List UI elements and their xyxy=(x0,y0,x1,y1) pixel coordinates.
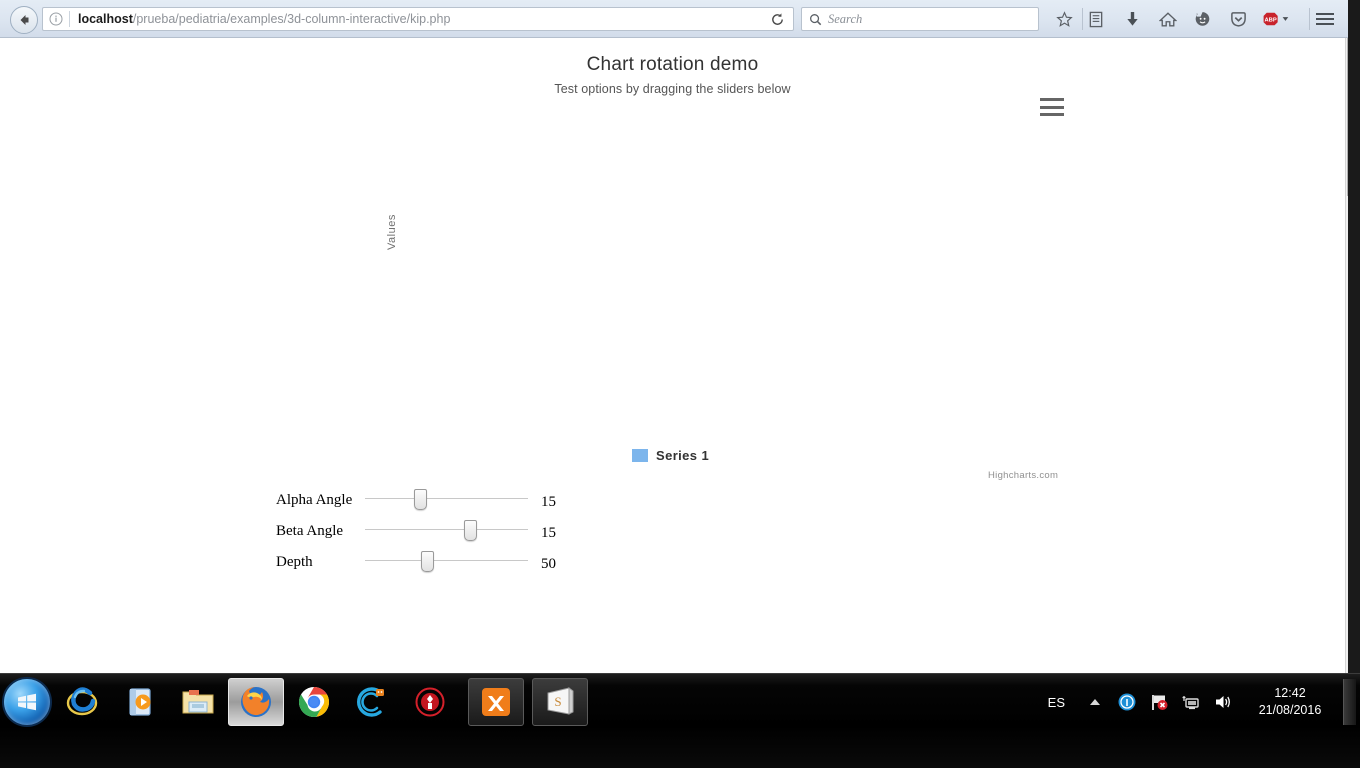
taskbar-item-internet-explorer[interactable] xyxy=(54,678,110,726)
file-explorer-icon xyxy=(182,690,214,714)
windows-logo-icon xyxy=(18,693,36,711)
slider-label-depth: Depth xyxy=(276,554,313,570)
taskbar-item-ccleaner[interactable] xyxy=(344,678,400,726)
hamburger-menu-icon[interactable] xyxy=(1313,7,1337,31)
tray-language-indicator[interactable]: ES xyxy=(1048,695,1065,710)
browser-toolbar: localhost/prueba/pediatria/examples/3d-c… xyxy=(0,0,1360,38)
taskbar-item-media-player[interactable] xyxy=(112,678,168,726)
chart-credits[interactable]: Highcharts.com xyxy=(988,470,1058,481)
search-icon xyxy=(802,13,828,26)
bookmark-star-icon[interactable] xyxy=(1052,7,1076,31)
reload-button[interactable] xyxy=(765,8,789,30)
security-shield-icon[interactable] xyxy=(1115,690,1139,714)
url-path: /prueba/pediatria/examples/3d-column-int… xyxy=(132,12,451,26)
firefox-icon xyxy=(241,687,271,717)
search-input[interactable]: Search xyxy=(828,12,862,27)
browser-window: localhost/prueba/pediatria/examples/3d-c… xyxy=(0,0,1360,673)
chrome-icon xyxy=(298,687,330,718)
chart-title: Chart rotation demo xyxy=(586,54,759,75)
toolbar-separator xyxy=(1082,8,1083,30)
volume-icon[interactable] xyxy=(1211,690,1235,714)
tray-clock[interactable]: 12:42 21/08/2016 xyxy=(1247,685,1333,719)
slider-row-alpha-angle: Alpha Angle 15 xyxy=(276,486,576,517)
back-arrow-icon xyxy=(20,15,29,25)
slider-track-depth xyxy=(365,560,528,561)
network-icon[interactable] xyxy=(1179,690,1203,714)
slider-thumb-alpha-angle[interactable] xyxy=(414,489,427,510)
search-bar[interactable]: Search xyxy=(801,7,1039,31)
export-menu-bar-1 xyxy=(1040,98,1064,101)
chart-subtitle: Test options by dragging the sliders bel… xyxy=(554,82,791,96)
export-menu-bar-3 xyxy=(1040,113,1064,116)
slider-alpha-angle[interactable] xyxy=(365,486,528,512)
url-text: localhost/prueba/pediatria/examples/3d-c… xyxy=(70,12,793,26)
slider-thumb-depth[interactable] xyxy=(421,551,434,572)
xampp-icon xyxy=(482,688,510,716)
taskbar-item-xampp[interactable] xyxy=(468,678,524,726)
slider-thumb-beta-angle[interactable] xyxy=(464,520,477,541)
slider-value-beta-angle: 15 xyxy=(541,525,556,541)
legend-swatch-series-1 xyxy=(632,449,648,462)
chart-export-menu-button[interactable] xyxy=(1040,96,1064,118)
highcharts-container: Chart rotation demo Test options by drag… xyxy=(0,38,1345,498)
media-player-icon xyxy=(129,688,151,716)
slider-row-beta-angle: Beta Angle 15 xyxy=(276,517,576,548)
svg-text:S: S xyxy=(554,694,561,709)
slider-depth[interactable] xyxy=(365,548,528,574)
show-desktop-button[interactable] xyxy=(1343,679,1356,725)
internet-explorer-icon xyxy=(66,687,98,716)
taskbar-item-antivirus[interactable] xyxy=(402,678,458,726)
library-icon[interactable] xyxy=(1084,7,1108,31)
taskbar-item-chrome[interactable] xyxy=(286,678,342,726)
reload-icon xyxy=(771,12,783,25)
slider-value-alpha-angle: 15 xyxy=(541,494,556,510)
taskbar-item-sublime-text[interactable]: S xyxy=(532,678,588,726)
window-frame-edge xyxy=(1348,0,1360,673)
slider-track-alpha-angle xyxy=(365,498,528,499)
slider-value-depth: 50 xyxy=(541,556,556,572)
downloads-icon[interactable] xyxy=(1120,7,1144,31)
sublime-text-icon: S xyxy=(547,687,574,715)
ccleaner-icon xyxy=(357,687,384,717)
taskbar-item-file-explorer[interactable] xyxy=(170,678,226,726)
slider-beta-angle[interactable] xyxy=(365,517,528,543)
taskbar-item-firefox[interactable] xyxy=(228,678,284,726)
windows-taskbar: S ES 12:42 21/08/2016 xyxy=(0,673,1360,768)
toolbar-separator-2 xyxy=(1309,8,1310,30)
slider-label-alpha-angle: Alpha Angle xyxy=(276,492,353,508)
sync-smiley-icon[interactable] xyxy=(1190,7,1214,31)
flag-action-center-icon[interactable] xyxy=(1147,690,1171,714)
sliders-panel: Alpha Angle 15 Beta Angle 15 Depth 50 xyxy=(276,486,576,579)
site-identity-info-icon[interactable] xyxy=(43,12,69,26)
system-tray: ES 12:42 21/08/2016 xyxy=(1048,674,1360,730)
pocket-icon[interactable] xyxy=(1226,7,1250,31)
chart-legend[interactable]: Series 1 xyxy=(632,448,709,463)
url-bar[interactable]: localhost/prueba/pediatria/examples/3d-c… xyxy=(42,7,794,31)
back-button[interactable] xyxy=(10,6,38,34)
page-content: Chart rotation demo Test options by drag… xyxy=(0,38,1345,673)
show-hidden-icons-icon[interactable] xyxy=(1083,690,1107,714)
legend-item-series-1[interactable]: Series 1 xyxy=(656,448,709,463)
tray-time: 12:42 xyxy=(1274,686,1306,700)
url-host: localhost xyxy=(78,12,133,26)
home-icon[interactable] xyxy=(1156,7,1180,31)
export-menu-bar-2 xyxy=(1040,105,1064,109)
tray-date: 21/08/2016 xyxy=(1258,703,1322,717)
adblock-plus-icon[interactable]: ABP xyxy=(1260,7,1294,31)
svg-text:ABP: ABP xyxy=(1265,17,1277,23)
antivirus-icon xyxy=(415,687,445,717)
slider-label-beta-angle: Beta Angle xyxy=(276,523,344,539)
slider-track-beta-angle xyxy=(365,529,528,530)
start-button[interactable] xyxy=(2,677,52,727)
y-axis-title: Values xyxy=(386,214,398,250)
slider-row-depth: Depth 50 xyxy=(276,548,576,579)
